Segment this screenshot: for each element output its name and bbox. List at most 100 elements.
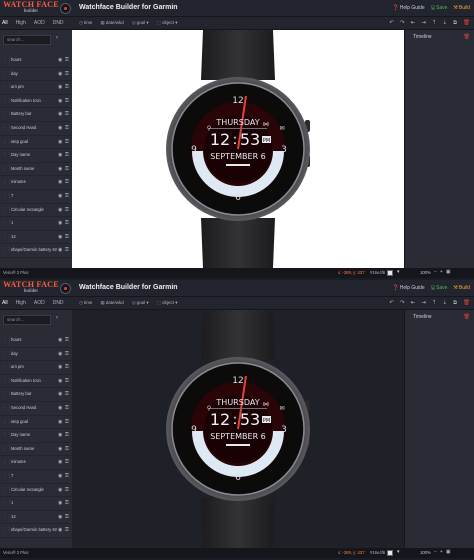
drag-handle-icon[interactable]: ⋮⋮ bbox=[2, 231, 12, 244]
duplicate-icon[interactable]: ⧉ bbox=[453, 300, 457, 307]
lock-icon[interactable]: ⚿ bbox=[65, 217, 69, 230]
drag-handle-icon[interactable]: ⋮⋮ bbox=[2, 388, 12, 401]
visibility-eye-icon[interactable]: ◉ bbox=[58, 348, 62, 361]
drag-handle-icon[interactable]: ⋮⋮ bbox=[2, 348, 12, 361]
lock-icon[interactable]: ⚿ bbox=[65, 81, 69, 94]
visibility-eye-icon[interactable]: ◉ bbox=[58, 95, 62, 108]
tab-dnd[interactable]: DND bbox=[53, 300, 64, 306]
save-button[interactable]: 🖫Save bbox=[431, 285, 448, 293]
layer-item[interactable]: ⋮⋮ Notification Icon ◉ ⚿ bbox=[0, 95, 72, 109]
drag-handle-icon[interactable]: ⋮⋮ bbox=[2, 149, 12, 162]
color-swatch[interactable] bbox=[387, 270, 393, 276]
lock-icon[interactable]: ⚿ bbox=[65, 190, 69, 203]
drag-handle-icon[interactable]: ⋮⋮ bbox=[2, 443, 12, 456]
lock-icon[interactable]: ⚿ bbox=[65, 402, 69, 415]
visibility-eye-icon[interactable]: ◉ bbox=[58, 511, 62, 524]
undo-icon[interactable]: ↶ bbox=[389, 300, 394, 307]
lock-icon[interactable]: ⚿ bbox=[65, 176, 69, 189]
visibility-eye-icon[interactable]: ◉ bbox=[58, 176, 62, 189]
layer-item[interactable]: ⋮⋮ day ◉ ⚿ bbox=[0, 348, 72, 362]
device-name[interactable]: Venu® 2 Plus bbox=[3, 550, 28, 555]
lock-icon[interactable]: ⚿ bbox=[65, 136, 69, 149]
layer-item[interactable]: ⋮⋮ Notification Icon ◉ ⚿ bbox=[0, 375, 72, 389]
lock-icon[interactable]: ⚿ bbox=[65, 334, 69, 347]
timeline-trash-icon[interactable]: 🗑 bbox=[464, 314, 470, 320]
visibility-eye-icon[interactable]: ◉ bbox=[58, 429, 62, 442]
device-name[interactable]: Venu® 2 Plus bbox=[3, 270, 28, 275]
tab-aod[interactable]: AOD bbox=[34, 300, 45, 306]
tab-all[interactable]: All bbox=[2, 20, 8, 26]
lock-icon[interactable]: ⚿ bbox=[65, 388, 69, 401]
collapse-sidebar-icon[interactable]: ‹ bbox=[56, 315, 58, 321]
layer-item[interactable]: ⋮⋮ Circular rectangle ◉ ⚿ bbox=[0, 484, 72, 498]
lock-icon[interactable]: ⚿ bbox=[65, 163, 69, 176]
drag-handle-icon[interactable]: ⋮⋮ bbox=[2, 524, 12, 537]
add-time-button[interactable]: ◷time bbox=[79, 20, 92, 26]
layer-item[interactable]: ⋮⋮ Battery bar ◉ ⚿ bbox=[0, 108, 72, 122]
drag-handle-icon[interactable]: ⋮⋮ bbox=[2, 95, 12, 108]
drag-handle-icon[interactable]: ⋮⋮ bbox=[2, 217, 12, 230]
save-button[interactable]: 🖫Save bbox=[431, 5, 448, 13]
add-date-button[interactable]: ▦date/wkd bbox=[100, 300, 123, 306]
visibility-eye-icon[interactable]: ◉ bbox=[58, 54, 62, 67]
drag-handle-icon[interactable]: ⋮⋮ bbox=[2, 416, 12, 429]
canvas-dark[interactable]: 12 3 6 9 THURSDAY 12 : 53 PM SEPTEMBER 6… bbox=[72, 310, 404, 548]
visibility-eye-icon[interactable]: ◉ bbox=[58, 149, 62, 162]
timeline-trash-icon[interactable]: 🗑 bbox=[464, 34, 470, 40]
undo-icon[interactable]: ↶ bbox=[389, 20, 394, 27]
add-time-button[interactable]: ◷time bbox=[79, 300, 92, 306]
visibility-eye-icon[interactable]: ◉ bbox=[58, 81, 62, 94]
pin-icon[interactable]: ▾ bbox=[397, 549, 400, 555]
add-date-button[interactable]: ▦date/wkd bbox=[100, 20, 123, 26]
drag-handle-icon[interactable]: ⋮⋮ bbox=[2, 402, 12, 415]
lock-icon[interactable]: ⚿ bbox=[65, 443, 69, 456]
layer-item[interactable]: ⋮⋮ 1 ◉ ⚿ bbox=[0, 217, 72, 231]
send-backward-icon[interactable]: ⇣ bbox=[442, 300, 447, 307]
layer-search-input[interactable]: search... bbox=[3, 315, 51, 325]
drag-handle-icon[interactable]: ⋮⋮ bbox=[2, 429, 12, 442]
layer-item[interactable]: ⋮⋮ Circular rectangle ◉ ⚿ bbox=[0, 204, 72, 218]
pin-icon[interactable]: ▾ bbox=[397, 269, 400, 275]
bring-forward-icon[interactable]: ⇡ bbox=[432, 20, 437, 27]
tab-dnd[interactable]: DND bbox=[53, 20, 64, 26]
align-left-icon[interactable]: ⇤ bbox=[411, 300, 416, 307]
color-swatch[interactable] bbox=[387, 550, 393, 556]
tab-all[interactable]: All bbox=[2, 300, 8, 306]
drag-handle-icon[interactable]: ⋮⋮ bbox=[2, 108, 12, 121]
watch-preview[interactable]: 12 3 6 9 THURSDAY 12 : 53 PM SEPTEMBER 6… bbox=[163, 30, 313, 268]
lock-icon[interactable]: ⚿ bbox=[65, 361, 69, 374]
drag-handle-icon[interactable]: ⋮⋮ bbox=[2, 163, 12, 176]
help-guide-button[interactable]: ❓Help Guide bbox=[392, 5, 424, 13]
lock-icon[interactable]: ⚿ bbox=[65, 429, 69, 442]
watch-preview[interactable]: 12 3 6 9 THURSDAY 12 : 53 PM SEPTEMBER 6… bbox=[163, 310, 313, 548]
lock-icon[interactable]: ⚿ bbox=[65, 348, 69, 361]
layer-item[interactable]: ⋮⋮ Battery bar ◉ ⚿ bbox=[0, 388, 72, 402]
lock-icon[interactable]: ⚿ bbox=[65, 524, 69, 537]
add-goal-dropdown[interactable]: ◎goal ▾ bbox=[132, 20, 149, 26]
align-right-icon[interactable]: ⇥ bbox=[421, 300, 426, 307]
drag-handle-icon[interactable]: ⋮⋮ bbox=[2, 122, 12, 135]
drag-handle-icon[interactable]: ⋮⋮ bbox=[2, 190, 12, 203]
visibility-eye-icon[interactable]: ◉ bbox=[58, 361, 62, 374]
layer-item[interactable]: ⋮⋮ Month name ◉ ⚿ bbox=[0, 163, 72, 177]
visibility-eye-icon[interactable]: ◉ bbox=[58, 375, 62, 388]
layer-item[interactable]: ⋮⋮ step goal ◉ ⚿ bbox=[0, 416, 72, 430]
lock-icon[interactable]: ⚿ bbox=[65, 497, 69, 510]
visibility-eye-icon[interactable]: ◉ bbox=[58, 388, 62, 401]
layer-item[interactable]: ⋮⋮ minutes ◉ ⚿ bbox=[0, 456, 72, 470]
help-guide-button[interactable]: ❓Help Guide bbox=[392, 285, 424, 293]
lock-icon[interactable]: ⚿ bbox=[65, 54, 69, 67]
app-logo[interactable]: WATCH FACE builder bbox=[3, 1, 59, 16]
lock-icon[interactable]: ⚿ bbox=[65, 149, 69, 162]
layer-item[interactable]: ⋮⋮ minutes ◉ ⚿ bbox=[0, 176, 72, 190]
layer-item[interactable]: ⋮⋮ 7 ◉ ⚿ bbox=[0, 190, 72, 204]
layer-item[interactable]: ⋮⋮ am pm ◉ ⚿ bbox=[0, 361, 72, 375]
lock-icon[interactable]: ⚿ bbox=[65, 375, 69, 388]
lock-icon[interactable]: ⚿ bbox=[65, 511, 69, 524]
drag-handle-icon[interactable]: ⋮⋮ bbox=[2, 81, 12, 94]
visibility-eye-icon[interactable]: ◉ bbox=[58, 204, 62, 217]
layer-item[interactable]: ⋮⋮ am pm ◉ ⚿ bbox=[0, 81, 72, 95]
drag-handle-icon[interactable]: ⋮⋮ bbox=[2, 456, 12, 469]
visibility-eye-icon[interactable]: ◉ bbox=[58, 497, 62, 510]
add-object-dropdown[interactable]: ⬚object ▾ bbox=[157, 20, 178, 26]
